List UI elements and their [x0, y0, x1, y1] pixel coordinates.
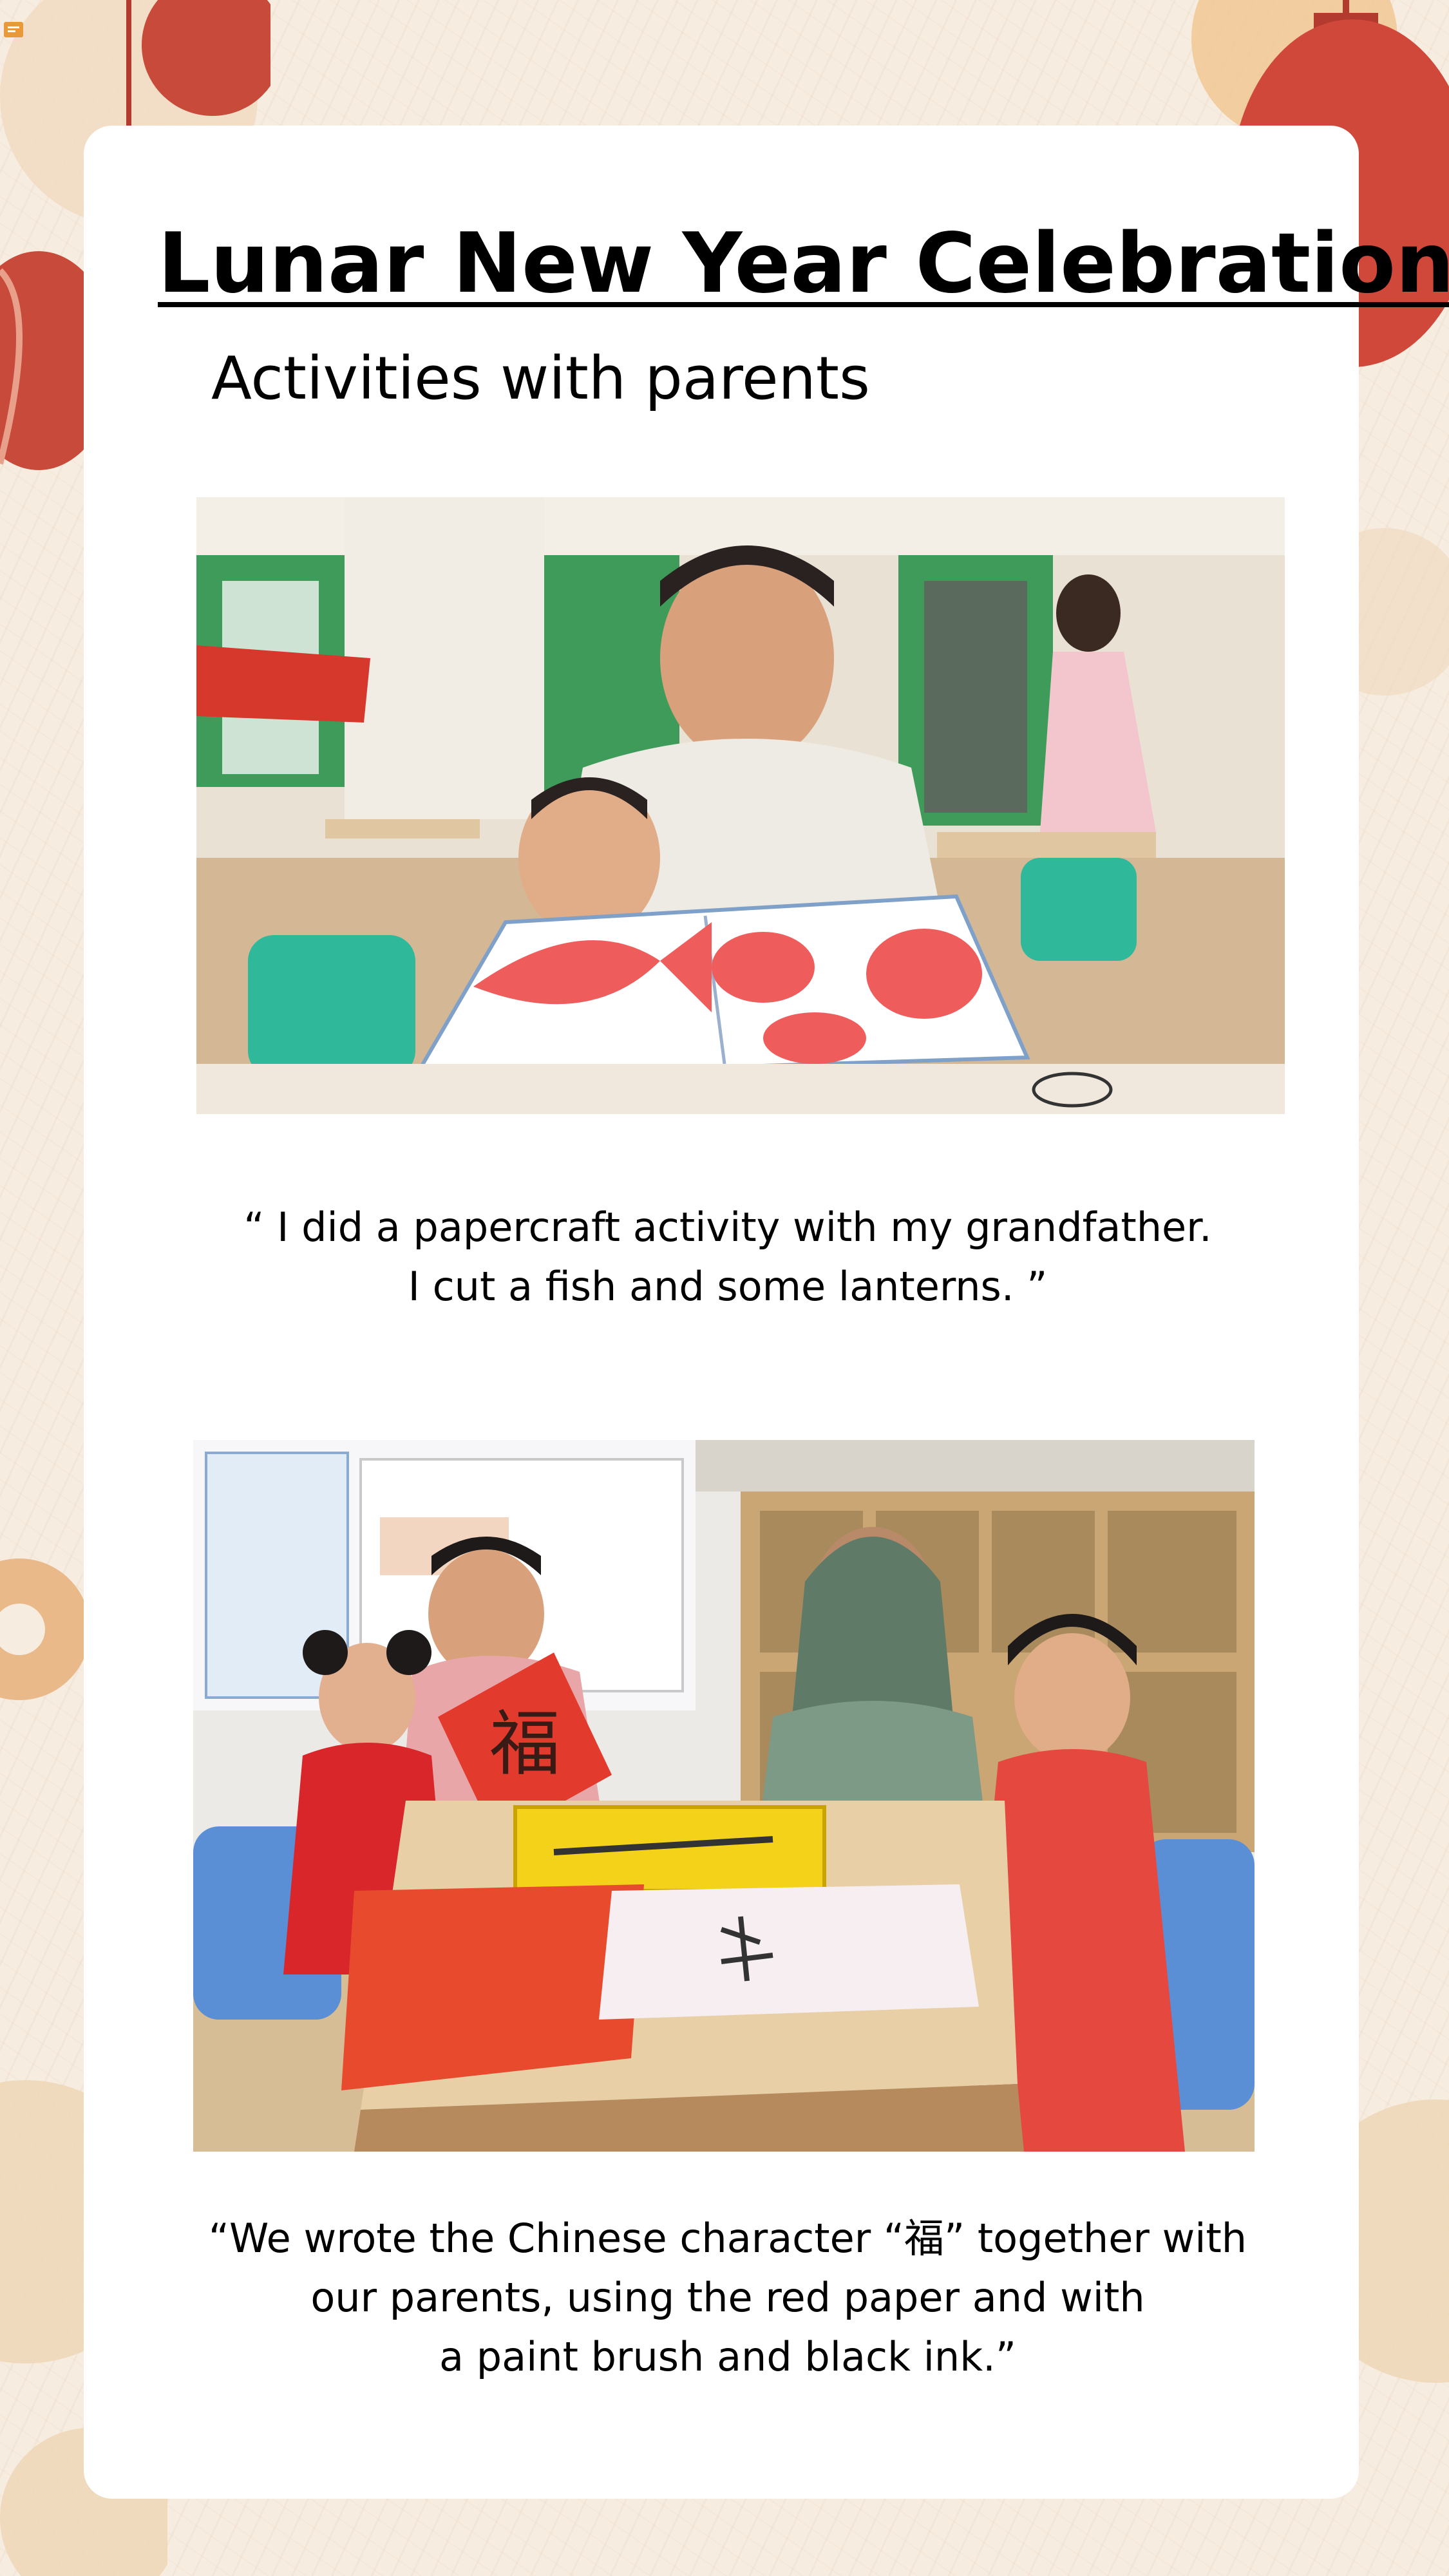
caption-line: a paint brush and black ink.” [439, 2333, 1016, 2380]
fu-character-banner: 福 [489, 1703, 560, 1785]
papercraft-photo [196, 497, 1285, 1114]
caption-line: “We wrote the Chinese character “福” toge… [208, 2215, 1247, 2262]
calligraphy-caption: “We wrote the Chinese character “福” toge… [116, 2209, 1340, 2387]
page-title: Lunar New Year Celebrations [158, 216, 1449, 312]
papercraft-caption: “ I did a papercraft activity with my gr… [116, 1198, 1340, 1316]
caption-line: “ I did a papercraft activity with my gr… [243, 1204, 1212, 1251]
page-subtitle: Activities with parents [211, 344, 870, 413]
calligraphy-photo: 福 [193, 1440, 1255, 2152]
caption-line: I cut a fish and some lanterns. ” [408, 1263, 1048, 1310]
caption-line: our parents, using the red paper and wit… [310, 2274, 1145, 2321]
